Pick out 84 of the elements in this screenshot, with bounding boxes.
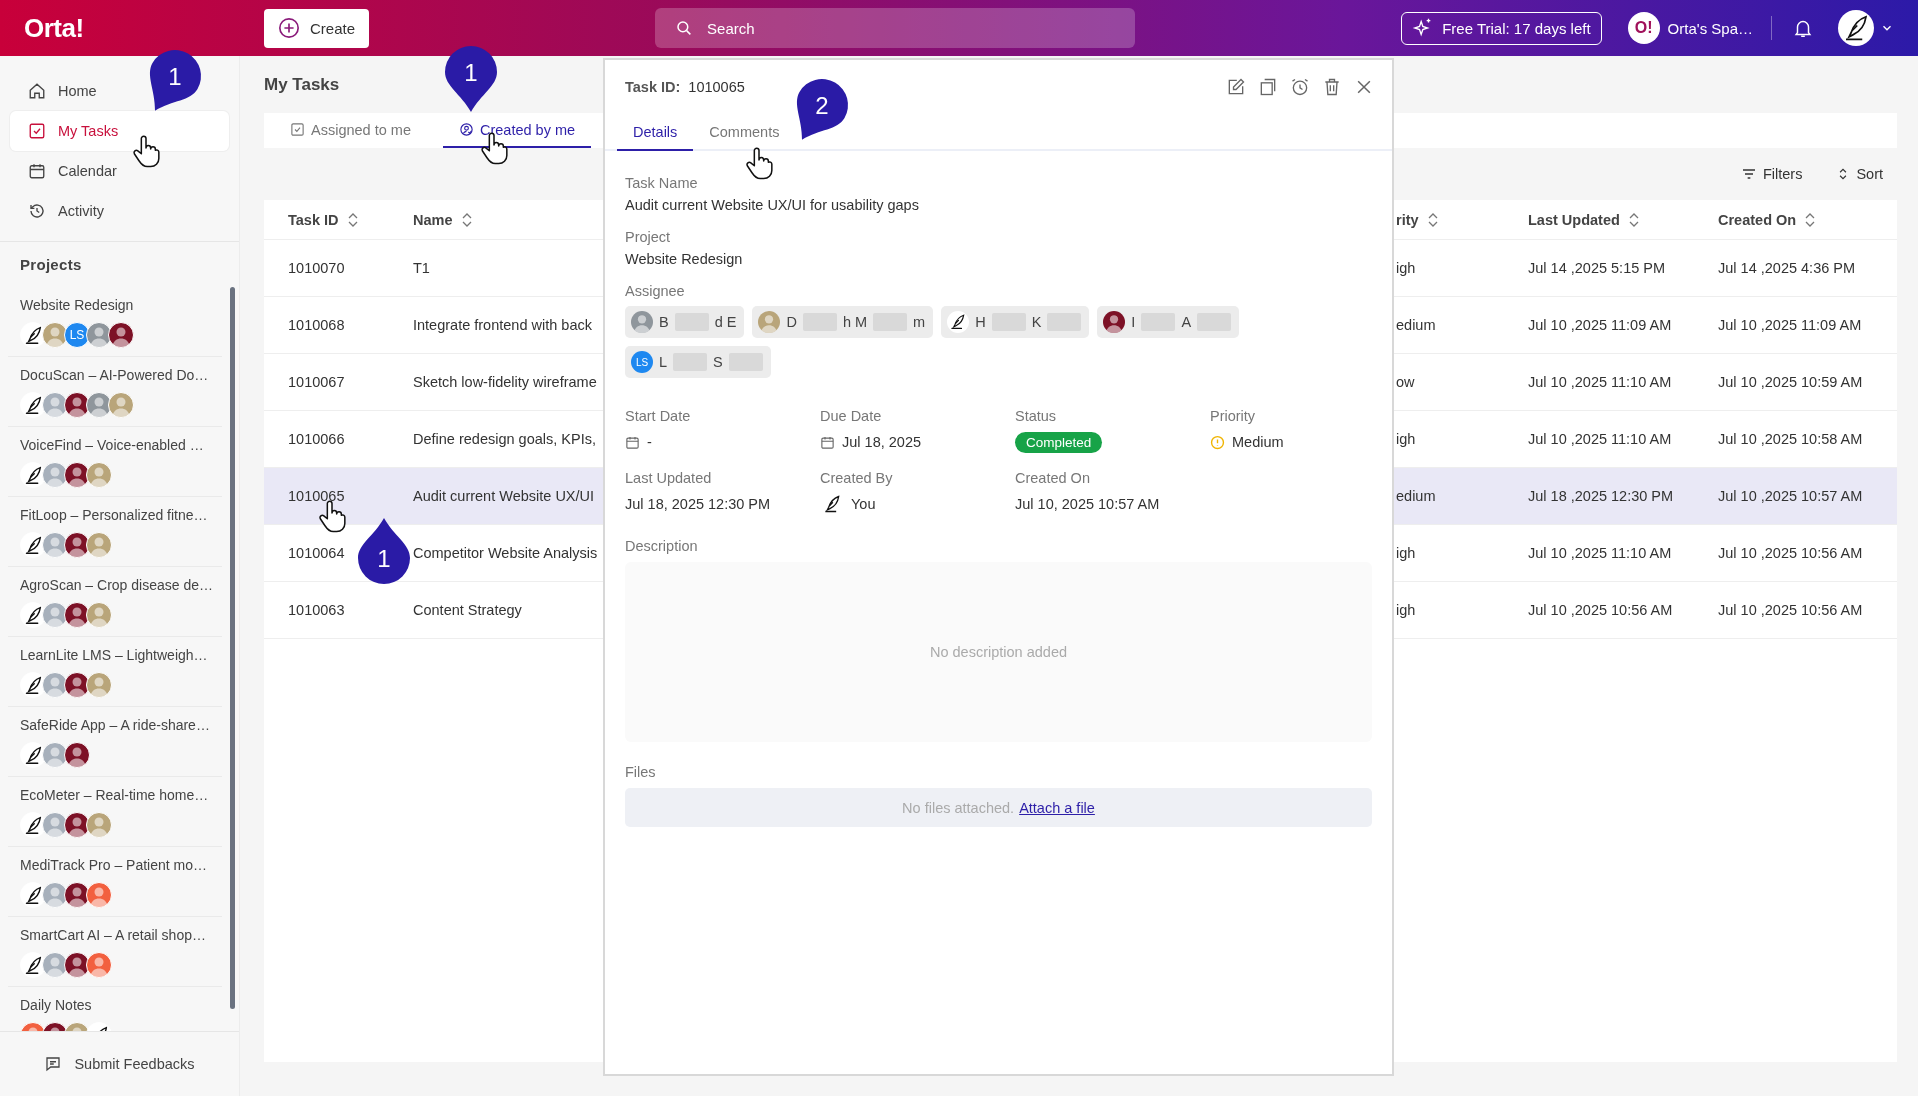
project-name: SmartCart AI – A retail shop… bbox=[20, 926, 207, 945]
assignee-name: I bbox=[1131, 314, 1136, 330]
task-name: Audit current Website UX/UI for usability gaps bbox=[625, 197, 920, 213]
table-cell: igh bbox=[1396, 545, 1416, 561]
table-cell: Jul 10 ,2025 10:56 AM bbox=[1718, 545, 1863, 561]
field-label: Status bbox=[1015, 408, 1058, 424]
table-cell: ow bbox=[1396, 374, 1415, 390]
table-cell: Sketch low-fidelity wireframe bbox=[413, 374, 597, 390]
project-name: Daily Notes bbox=[20, 996, 93, 1015]
assignee-name: h M bbox=[842, 314, 868, 330]
creator-name: You bbox=[851, 496, 876, 512]
project-name: LearnLite LMS – Lightweigh… bbox=[20, 646, 209, 665]
table-cell: Audit current Website UX/UI bbox=[413, 488, 595, 504]
field-label: Priority bbox=[1210, 408, 1257, 424]
table-cell: Jul 10 ,2025 11:10 AM bbox=[1528, 431, 1672, 447]
table-cell: Jul 10 ,2025 10:58 AM bbox=[1718, 431, 1863, 447]
field-label: Project bbox=[625, 229, 672, 245]
table-cell: Jul 10 ,2025 10:56 AM bbox=[1528, 602, 1673, 618]
table-cell: Jul 10 ,2025 11:09 AM bbox=[1718, 317, 1862, 333]
table-cell: Content Strategy bbox=[413, 602, 522, 618]
table-cell: Integrate frontend with back bbox=[413, 317, 592, 333]
task-id: 1010065 bbox=[688, 79, 745, 95]
project-name: DocuScan – AI-Powered Do… bbox=[20, 366, 210, 385]
table-cell: 1010065 bbox=[288, 488, 345, 504]
initials-avatar: LS bbox=[64, 322, 90, 348]
date-value: Jul 10, 2025 10:57 AM bbox=[1015, 496, 1160, 512]
table-cell: igh bbox=[1396, 260, 1416, 276]
table-cell: Jul 10 ,2025 11:10 AM bbox=[1528, 545, 1672, 561]
assignee-name: K bbox=[1031, 314, 1042, 330]
initials-avatar: LS bbox=[631, 351, 653, 373]
project-name: VoiceFind – Voice-enabled … bbox=[20, 436, 205, 455]
task-id-label: Task ID: bbox=[625, 79, 681, 95]
date-value: Jul 18, 2025 bbox=[842, 434, 921, 450]
assignee-name: m bbox=[913, 314, 926, 330]
table-cell: Jul 10 ,2025 10:59 AM bbox=[1718, 374, 1863, 390]
assignee-name: L bbox=[659, 354, 668, 370]
assignee-name: D bbox=[786, 314, 797, 330]
table-cell: Define redesign goals, KPIs, bbox=[413, 431, 596, 447]
project-name: FitLoop – Personalized fitne… bbox=[20, 506, 209, 525]
empty-files-text: No files attached. bbox=[902, 799, 1015, 816]
table-cell: Jul 10 ,2025 11:10 AM bbox=[1528, 374, 1672, 390]
project-name: MediTrack Pro – Patient mo… bbox=[20, 856, 208, 875]
section-heading: Projects bbox=[19, 255, 83, 275]
table-cell: igh bbox=[1396, 431, 1416, 447]
field-label: Start Date bbox=[625, 408, 692, 424]
table-cell: Competitor Website Analysis bbox=[413, 545, 598, 561]
assignee-name: B bbox=[659, 314, 669, 330]
table-cell: Jul 10 ,2025 10:57 AM bbox=[1718, 488, 1863, 504]
assignee-name: H bbox=[975, 314, 986, 330]
table-cell: 1010063 bbox=[288, 602, 345, 618]
field-label: Created On bbox=[1015, 470, 1091, 486]
project-name: EcoMeter – Real-time home… bbox=[20, 786, 210, 805]
table-cell: Jul 10 ,2025 10:56 AM bbox=[1718, 602, 1863, 618]
project-name: Website Redesign bbox=[625, 251, 744, 267]
table-cell: Jul 10 ,2025 11:09 AM bbox=[1528, 317, 1672, 333]
field-label: Assignee bbox=[625, 283, 686, 299]
field-label: Created By bbox=[820, 470, 894, 486]
assignee-name: A bbox=[1181, 314, 1192, 330]
table-cell: 1010064 bbox=[288, 545, 345, 561]
priority-value: Medium bbox=[1232, 434, 1284, 450]
table-cell: edium bbox=[1396, 488, 1436, 504]
date-value: Jul 18, 2025 12:30 PM bbox=[625, 496, 771, 512]
field-label: Last Updated bbox=[625, 470, 713, 486]
assignee-name: S bbox=[713, 354, 723, 370]
project-name: Website Redesign bbox=[20, 296, 135, 315]
table-cell: Jul 14 ,2025 5:15 PM bbox=[1528, 260, 1666, 276]
page-title: My Tasks bbox=[264, 74, 340, 95]
table-cell: Jul 18 ,2025 12:30 PM bbox=[1528, 488, 1674, 504]
project-name: SafeRide App – A ride-share… bbox=[20, 716, 211, 735]
field-label: Due Date bbox=[820, 408, 883, 424]
table-cell: 1010070 bbox=[288, 260, 345, 276]
table-cell: 1010067 bbox=[288, 374, 345, 390]
table-cell: igh bbox=[1396, 602, 1416, 618]
table-cell: 1010066 bbox=[288, 431, 345, 447]
field-label: Files bbox=[625, 764, 657, 780]
table-cell: 1010068 bbox=[288, 317, 345, 333]
table-cell: T1 bbox=[413, 260, 430, 276]
field-label: Description bbox=[625, 538, 699, 554]
project-name: AgroScan – Crop disease de… bbox=[20, 576, 214, 595]
field-label: Task Name bbox=[625, 175, 699, 191]
assignee-name: d E bbox=[714, 314, 737, 330]
date-value: - bbox=[647, 434, 652, 450]
table-cell: Jul 14 ,2025 4:36 PM bbox=[1718, 260, 1856, 276]
table-cell: edium bbox=[1396, 317, 1436, 333]
